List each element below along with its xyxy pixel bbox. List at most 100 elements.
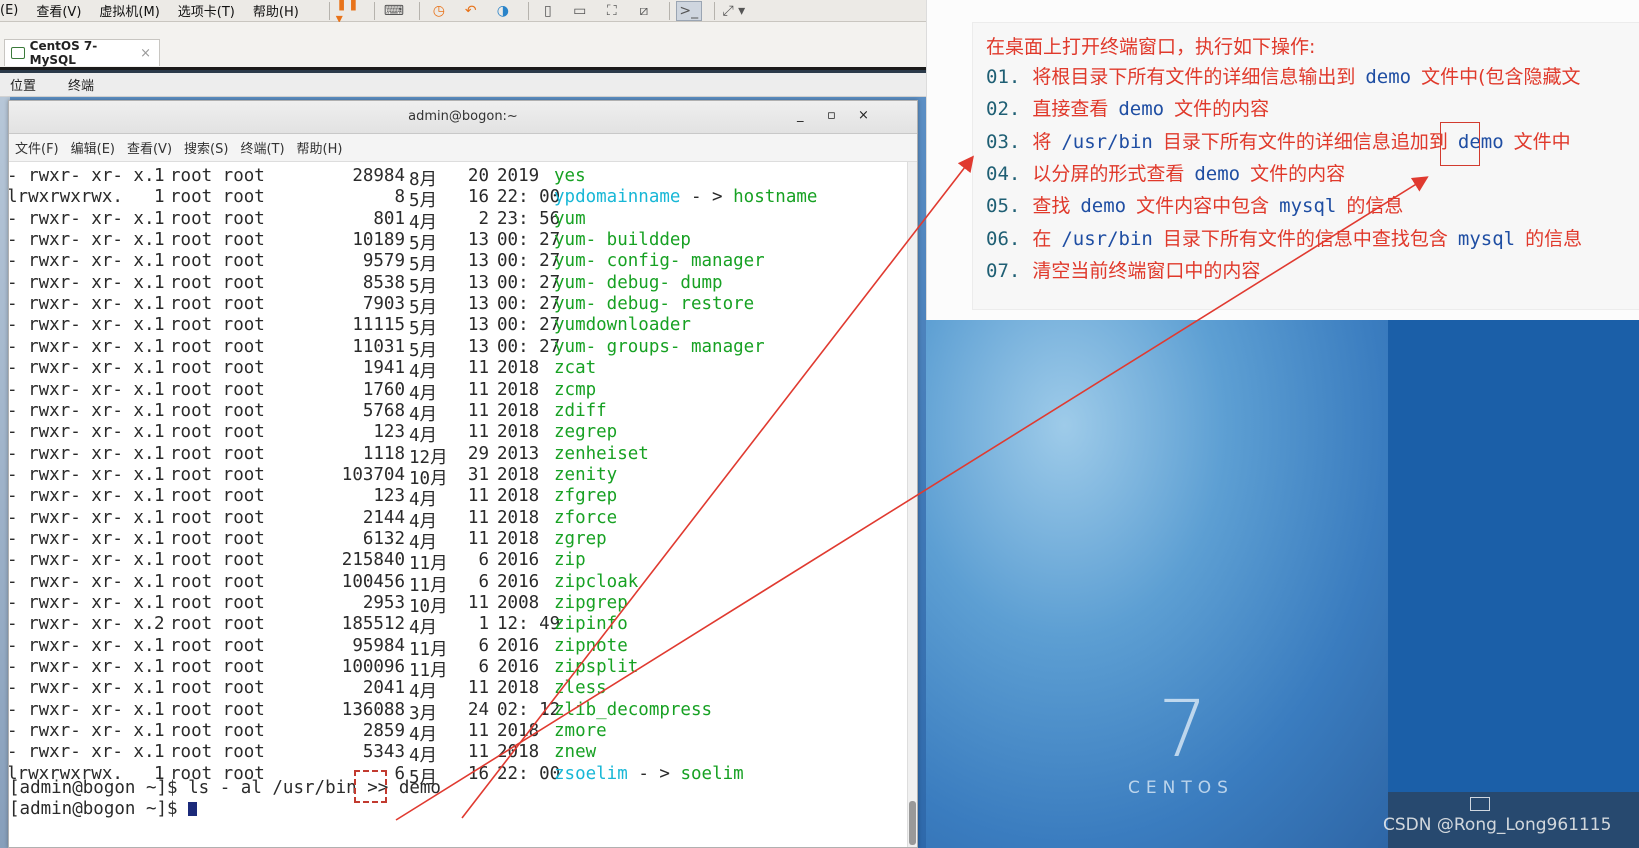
owner-group: root root	[170, 635, 265, 656]
current-prompt[interactable]: [admin@bogon ~]$	[9, 799, 198, 819]
time-or-year: 2018	[497, 464, 540, 485]
permissions: - rwxr- xr- x.	[8, 635, 155, 656]
file-name: yum- builddep	[554, 230, 691, 250]
places-menu[interactable]: 位置	[10, 75, 36, 94]
menu-help[interactable]: 帮助(H)	[253, 1, 299, 20]
file-name-text: yum- config- manager	[554, 251, 765, 272]
day: 16	[467, 187, 489, 208]
terminal-menu-view[interactable]: 查看(V)	[127, 138, 172, 157]
file-name-text: yum- debug- restore	[554, 294, 755, 315]
link-count: 1	[154, 507, 165, 528]
link-count: 1	[154, 358, 165, 379]
vm-tab-centos[interactable]: CentOS 7-MySQL ×	[4, 39, 160, 67]
sidebar-view-icon[interactable]: ▯	[535, 1, 561, 21]
file-name: zegrep	[554, 422, 617, 442]
file-name: zdiff	[554, 401, 607, 421]
toolbar-divider	[373, 1, 375, 20]
toolbar-divider	[668, 1, 670, 20]
close-icon[interactable]: ×	[140, 46, 151, 61]
file-name: yum	[554, 209, 586, 229]
file-name-text: yum	[554, 208, 586, 229]
file-size: 2041	[362, 678, 405, 699]
time-or-year: 2018	[497, 507, 540, 528]
terminal-scrollbar[interactable]	[907, 162, 917, 847]
file-name: yum- debug- dump	[554, 273, 723, 293]
terminal-output[interactable]: [admin@bogon ~]$ ls - al /usr/bin >> dem…	[9, 162, 907, 847]
unity-icon[interactable]: ⧄	[631, 1, 657, 21]
day: 11	[467, 379, 489, 400]
file-name-text: zipnote	[554, 635, 628, 656]
file-size: 10189	[352, 230, 405, 251]
window-thumbnail-icon[interactable]	[1470, 797, 1490, 811]
file-size: 100456	[341, 571, 405, 592]
terminal-menu-search[interactable]: 搜索(S)	[184, 138, 228, 157]
desktop-dark-area	[1388, 320, 1639, 848]
file-name-text: zfgrep	[554, 486, 618, 507]
terminal-menu-edit[interactable]: 编辑(E)	[71, 138, 115, 157]
link-count: 1	[154, 272, 165, 293]
file-name-text: yum- debug- dump	[554, 272, 723, 293]
time-or-year: 00: 27	[497, 230, 561, 251]
scrollbar-thumb[interactable]	[909, 801, 916, 845]
day: 11	[467, 742, 489, 763]
terminal-menu-file[interactable]: 文件(F)	[15, 138, 59, 157]
menu-tabs[interactable]: 选项卡(T)	[178, 1, 235, 20]
day: 13	[467, 251, 489, 272]
file-size: 8	[394, 187, 405, 208]
terminal-menu-help[interactable]: 帮助(H)	[297, 138, 343, 157]
owner-group: root root	[170, 742, 265, 763]
menu-vm[interactable]: 虚拟机(M)	[99, 1, 159, 20]
owner-group: root root	[170, 443, 265, 464]
instruction-item: 01. 将根目录下所有文件的详细信息输出到 demo 文件中(包含隐藏文	[986, 62, 1581, 89]
link-count: 1	[154, 166, 165, 186]
time-or-year: 00: 27	[497, 294, 561, 315]
pause-icon[interactable]: ❚❚ ▾	[336, 0, 362, 27]
close-button[interactable]: ×	[858, 108, 869, 123]
time-or-year: 2018	[497, 721, 540, 742]
time-or-year: 2016	[497, 657, 540, 678]
snapshot-manager-icon[interactable]: ◑	[490, 1, 516, 21]
terminal-menubar: 文件(F) 编辑(E) 查看(V) 搜索(S) 终端(T) 帮助(H)	[9, 134, 917, 162]
day: 24	[467, 699, 489, 720]
fullscreen-icon[interactable]: ⛶	[599, 1, 625, 21]
link-count: 1	[154, 528, 165, 549]
terminal-menu[interactable]: 终端	[68, 75, 94, 94]
stretch-icon[interactable]: ⤢ ▾	[721, 1, 747, 21]
symlink-target: hostname	[733, 187, 818, 208]
time-or-year: 2008	[497, 593, 540, 613]
snapshot-icon[interactable]: ◷	[426, 1, 452, 21]
toolbar-divider	[328, 1, 330, 20]
vm-tabbar: CentOS 7-MySQL ×	[0, 22, 926, 70]
owner-group: root root	[170, 315, 265, 336]
symlink-arrow: - >	[638, 763, 670, 784]
terminal-menu-terminal[interactable]: 终端(T)	[240, 138, 284, 157]
menu-view[interactable]: 查看(V)	[36, 1, 81, 20]
permissions: - rwxr- xr- x.	[8, 678, 155, 699]
send-keys-icon[interactable]: ⌨	[381, 1, 407, 21]
terminal-titlebar[interactable]: admin@bogon:~ _ ▫ ×	[9, 101, 917, 134]
file-name: zenity	[554, 465, 617, 485]
file-size: 2859	[362, 721, 405, 742]
permissions: - rwxr- xr- x.	[8, 593, 155, 613]
maximize-button[interactable]: ▫	[827, 108, 836, 123]
time-or-year: 2016	[497, 571, 540, 592]
minimize-button[interactable]: _	[797, 108, 804, 123]
instruction-item: 04. 以分屏的形式查看 demo 文件的内容	[986, 159, 1345, 186]
revert-snapshot-icon[interactable]: ↶	[458, 1, 484, 21]
time-or-year: 12: 49	[497, 614, 561, 635]
time-or-year: 2018	[497, 678, 540, 699]
instruction-code: /usr/bin	[1061, 130, 1153, 153]
owner-group: root root	[170, 358, 265, 379]
console-view-icon[interactable]: >_	[675, 0, 702, 21]
instruction-code: demo	[1194, 162, 1241, 185]
file-name-text: ypdomainname	[554, 187, 681, 208]
toolbar-divider	[527, 1, 529, 20]
link-count: 1	[154, 315, 165, 336]
thumbnail-view-icon[interactable]: ▭	[567, 1, 593, 21]
file-name: zipinfo	[554, 614, 628, 634]
instruction-text: 文件的内容	[1174, 98, 1270, 121]
menu-edit[interactable]: (E)	[0, 3, 18, 18]
permissions: lrwxrwxrwx.	[8, 763, 123, 784]
file-size: 11115	[352, 315, 405, 336]
screen: 7 CENTOS CSDN @Rong_Long961115 (E) 查看(V)…	[0, 0, 1639, 848]
